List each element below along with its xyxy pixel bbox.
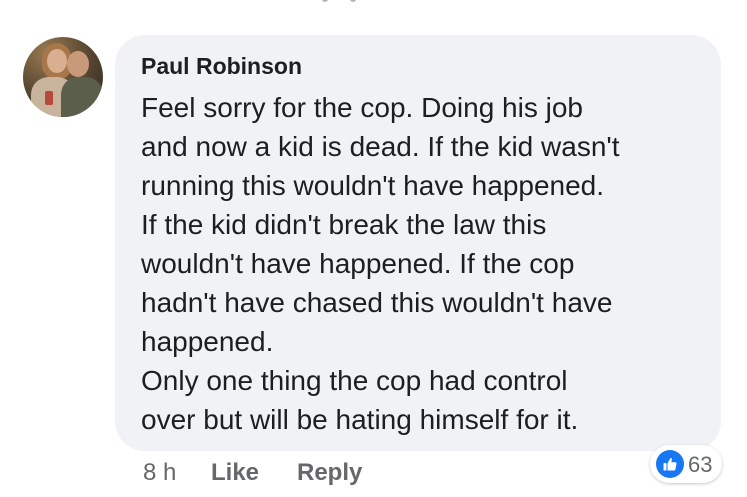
comment-line: happened. (141, 326, 274, 357)
previous-comment-fragment (300, 0, 420, 4)
comment-text: Feel sorry for the cop. Doing his job an… (141, 88, 716, 439)
thumbs-up-icon (656, 450, 684, 478)
comment-line: and now a kid is dead. If the kid wasn't (141, 131, 620, 162)
comment-line: Only one thing the cop had control (141, 365, 568, 396)
comment-line: wouldn't have happened. If the cop (141, 248, 575, 279)
comment-timestamp[interactable]: 8 h (143, 459, 176, 487)
comment-line: Feel sorry for the cop. Doing his job (141, 92, 583, 123)
like-button[interactable]: Like (211, 459, 259, 487)
avatar[interactable] (23, 37, 103, 117)
fragment-mark (322, 0, 328, 2)
comment-line: running this wouldn't have happened. (141, 170, 605, 201)
reaction-summary[interactable]: 63 (650, 445, 722, 483)
comment-author[interactable]: Paul Robinson (141, 53, 302, 80)
comment-line: over but will be hating himself for it. (141, 404, 579, 435)
reaction-count: 63 (688, 452, 713, 477)
comment-line: If the kid didn't break the law this (141, 209, 547, 240)
fragment-mark (350, 0, 356, 2)
reply-button[interactable]: Reply (297, 459, 362, 487)
comment-line: hadn't have chased this wouldn't have (141, 287, 613, 318)
